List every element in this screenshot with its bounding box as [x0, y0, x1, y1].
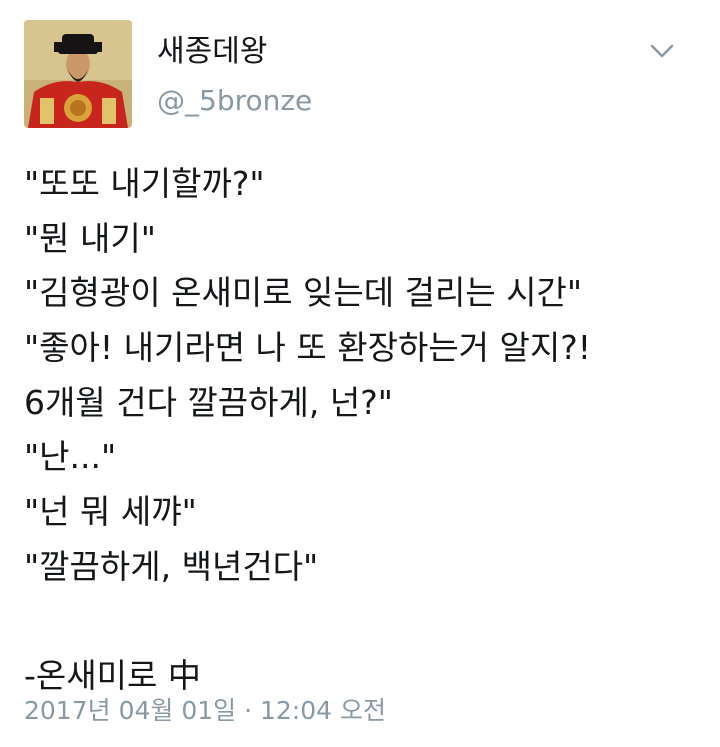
king-portrait-icon — [24, 20, 132, 128]
tweet-line: "김형광이 온새미로 잊는데 걸리는 시간" — [24, 273, 583, 313]
tweet-line: "뭔 내기" — [24, 218, 156, 258]
user-handle[interactable]: @_5bronze — [157, 84, 312, 118]
tweet-line: "넌 뭐 세꺄" — [24, 492, 197, 532]
tweet-card: 새종데왕 @_5bronze "또또 내기할까?" "뭔 내기" "김형광이 온… — [0, 0, 720, 747]
tweet-line: "좋아! 내기라면 나 또 환장하는거 알지?! — [24, 328, 592, 368]
tweet-line: "깔끔하게, 백년건다" — [24, 546, 319, 586]
tweet-timestamp[interactable]: 2017년 04월 01일 · 12:04 오전 — [24, 694, 386, 728]
tweet-line: 6개월 건다 깔끔하게, 넌?" — [24, 382, 393, 422]
tweet-line: "또또 내기할까?" — [24, 164, 265, 203]
tweet-line: "난..." — [24, 437, 117, 477]
avatar[interactable] — [24, 20, 132, 128]
display-name[interactable]: 새종데왕 — [157, 34, 267, 70]
tweet-text: "또또 내기할까?" "뭔 내기" "김형광이 온새미로 잊는데 걸리는 시간"… — [24, 157, 704, 704]
chevron-down-icon[interactable] — [648, 40, 676, 62]
